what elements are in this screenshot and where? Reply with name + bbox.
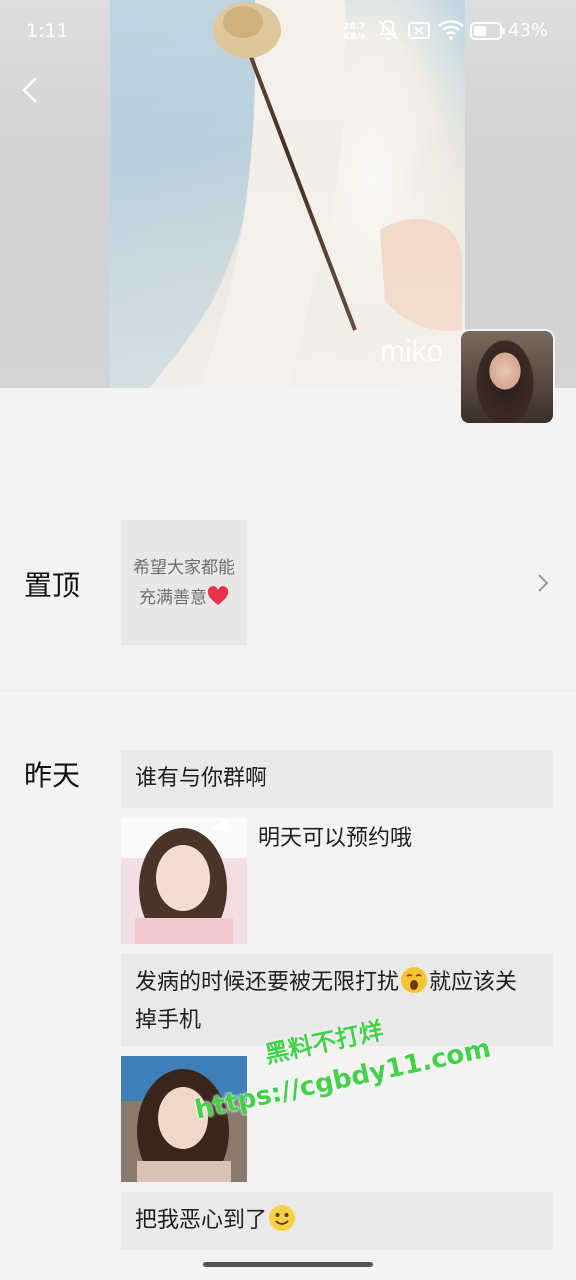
chevron-left-icon xyxy=(22,77,37,103)
yawning-face-emoji xyxy=(401,967,428,993)
pinned-more-button[interactable] xyxy=(536,571,550,595)
photo-thumbnail xyxy=(121,818,247,948)
smiling-face-emoji xyxy=(269,1205,296,1231)
x-box-icon xyxy=(407,18,431,46)
post-text: 谁有与你群啊 xyxy=(135,766,268,791)
yesterday-label: 昨天 xyxy=(24,759,81,792)
network-speed: 26.7 KB/s xyxy=(343,22,365,42)
pinned-card-line2: 充满善意 xyxy=(139,587,207,608)
list-item[interactable]: 把我恶心到了 xyxy=(121,1192,553,1250)
avatar[interactable] xyxy=(461,331,553,423)
divider xyxy=(0,690,576,691)
post-text-before: 发病的时候还要被无限打扰 xyxy=(135,970,400,995)
post-caption: 明天可以预约哦 xyxy=(258,826,413,851)
pinned-card-line1: 希望大家都能 xyxy=(133,557,235,578)
battery-icon xyxy=(470,22,506,44)
list-item[interactable]: 谁有与你群啊 xyxy=(121,750,553,808)
pinned-label: 置顶 xyxy=(24,569,81,602)
back-button[interactable] xyxy=(16,72,46,108)
network-speed-value: 26.7 xyxy=(343,22,366,32)
pinned-post-card[interactable]: 希望大家都能 充满善意 xyxy=(121,520,247,645)
status-time: 1:11 xyxy=(26,20,69,42)
chevron-right-icon xyxy=(538,574,549,592)
network-speed-unit: KB/s xyxy=(343,32,366,42)
wifi-icon xyxy=(438,18,464,46)
battery-percentage: 43% xyxy=(508,20,549,41)
home-indicator[interactable] xyxy=(203,1262,373,1267)
heart-icon xyxy=(207,585,229,605)
pinned-card-line2-wrap: 充满善意 xyxy=(139,583,229,613)
post-photo[interactable] xyxy=(121,818,247,948)
mute-icon xyxy=(376,18,400,46)
status-bar: 1:11 26.7 KB/s 43% xyxy=(0,0,576,64)
post-text-before: 把我恶心到了 xyxy=(135,1208,268,1233)
username: miko xyxy=(380,335,444,368)
